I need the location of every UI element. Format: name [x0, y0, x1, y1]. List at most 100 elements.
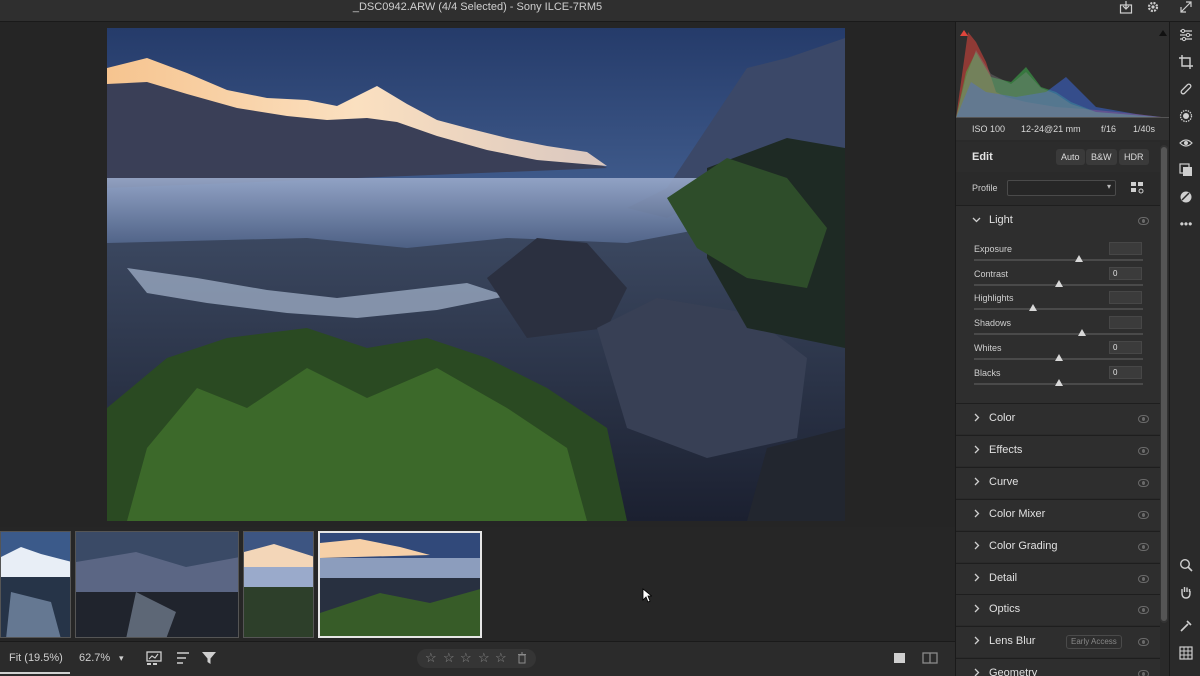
visibility-eye-icon[interactable] — [1138, 670, 1149, 676]
healing-icon[interactable] — [1177, 82, 1195, 100]
slider-handle[interactable] — [1054, 279, 1063, 287]
histogram — [956, 22, 1170, 118]
section-header[interactable]: Geometry — [956, 659, 1160, 676]
visibility-eye-icon[interactable] — [1138, 606, 1149, 615]
star-icon[interactable]: ☆ — [443, 650, 455, 666]
remove-icon[interactable] — [1177, 190, 1195, 208]
visibility-eye-icon[interactable] — [1138, 415, 1149, 423]
visibility-eye-icon[interactable] — [1138, 638, 1149, 647]
profile-dropdown[interactable]: ▾ — [1007, 180, 1116, 196]
bw-button[interactable]: B&W — [1086, 149, 1117, 165]
filmstrip-thumbnail-selected[interactable] — [318, 531, 482, 638]
star-icon[interactable]: ☆ — [478, 650, 490, 666]
slider-handle[interactable] — [1029, 304, 1038, 312]
visibility-eye-icon[interactable] — [1138, 217, 1149, 225]
section-header[interactable]: Effects — [956, 436, 1160, 466]
section-header[interactable]: Color Grading — [956, 532, 1160, 562]
main-photo[interactable] — [107, 28, 845, 521]
slider-value-input[interactable] — [1109, 291, 1142, 305]
star-rating: ☆ ☆ ☆ ☆ ☆ — [417, 649, 536, 668]
red-eye-icon[interactable] — [1177, 136, 1195, 154]
section-label: Color — [989, 412, 1016, 424]
visibility-eye-icon[interactable] — [1138, 510, 1149, 519]
filmstrip-view-icon[interactable] — [146, 650, 164, 666]
slider-track[interactable] — [974, 308, 1143, 311]
edit-panel: ISO 100 12-24@21 mm f/16 1/40s Edit Auto… — [955, 22, 1170, 676]
panel-scrollbar[interactable] — [1160, 145, 1168, 623]
panel-scrollbar-thumb[interactable] — [1161, 147, 1167, 621]
chevron-right-icon — [972, 668, 981, 676]
star-icon[interactable]: ☆ — [495, 650, 507, 666]
section-label: Color Grading — [989, 539, 1058, 552]
title-bar: _DSC0942.ARW (4/4 Selected) - Sony ILCE-… — [0, 0, 1200, 22]
slider-handle[interactable] — [1074, 255, 1083, 262]
slider-value-input[interactable]: 0 — [1109, 365, 1142, 379]
zoom-icon[interactable] — [1177, 558, 1195, 576]
section-header[interactable]: Detail — [956, 564, 1160, 594]
light-section-header[interactable]: Light — [956, 206, 1160, 236]
zoom-level-button[interactable]: 62.7% — [79, 642, 110, 674]
slider-handle[interactable] — [1054, 353, 1063, 361]
slider-handle[interactable] — [1054, 378, 1063, 386]
filmstrip-thumbnail[interactable] — [0, 531, 71, 638]
filmstrip-thumbnail[interactable] — [243, 531, 314, 638]
trash-icon[interactable] — [517, 652, 527, 668]
auto-button[interactable]: Auto — [1056, 149, 1085, 165]
single-view-icon[interactable] — [892, 650, 910, 666]
slider-handle[interactable] — [1078, 329, 1087, 337]
masking-icon[interactable] — [1177, 109, 1195, 127]
chevron-right-icon — [972, 445, 981, 456]
chevron-down-icon — [972, 215, 981, 226]
slider-row-blacks: Blacks 0 — [956, 365, 1160, 391]
slider-label: Highlights — [974, 293, 1014, 304]
edit-header: Edit Auto B&W HDR — [956, 142, 1160, 172]
light-section-label: Light — [989, 214, 1013, 226]
star-icon[interactable]: ☆ — [425, 650, 437, 666]
highlight-clipping-icon[interactable] — [1158, 24, 1168, 42]
settings-gear-icon[interactable] — [1145, 0, 1161, 16]
filter-icon[interactable] — [201, 650, 219, 666]
slider-track[interactable] — [974, 259, 1143, 261]
slider-row-contrast: Contrast 0 — [956, 266, 1160, 292]
tool-strip: ••• — [1169, 22, 1200, 676]
slider-label: Whites — [974, 342, 1002, 353]
slider-value-input[interactable]: 0 — [1109, 266, 1142, 280]
fit-zoom-button[interactable]: Fit (19.5%) — [0, 642, 70, 674]
visibility-eye-icon[interactable] — [1138, 574, 1149, 583]
slider-value-input[interactable] — [1109, 316, 1142, 330]
edit-sliders-icon[interactable] — [1177, 28, 1195, 46]
more-icon[interactable]: ••• — [1177, 215, 1195, 233]
slider-track[interactable] — [974, 333, 1143, 336]
hand-icon[interactable] — [1177, 585, 1195, 603]
slider-value-input[interactable]: 0 — [1109, 340, 1142, 354]
chevron-down-icon: ▾ — [1106, 182, 1111, 191]
section-header[interactable]: Color Mixer — [956, 500, 1160, 530]
compare-view-icon[interactable] — [922, 650, 940, 666]
visibility-eye-icon[interactable] — [1138, 446, 1149, 455]
star-icon[interactable]: ☆ — [460, 650, 472, 666]
section-color-mixer: Color Mixer — [956, 498, 1160, 530]
slider-value-input[interactable] — [1109, 242, 1142, 255]
visibility-eye-icon[interactable] — [1138, 542, 1149, 551]
chevron-down-icon[interactable]: ▾ — [119, 642, 124, 674]
slider-row-shadows: Shadows — [956, 316, 1160, 341]
sampler-icon[interactable] — [1177, 619, 1195, 637]
section-header[interactable]: Curve — [956, 468, 1160, 498]
profile-browser-icon[interactable] — [1131, 182, 1145, 194]
visibility-eye-icon[interactable] — [1138, 478, 1149, 487]
image-canvas[interactable] — [0, 22, 955, 527]
sort-icon[interactable] — [175, 650, 193, 666]
grid-icon[interactable] — [1177, 646, 1195, 664]
shadow-clipping-icon[interactable] — [959, 24, 969, 42]
filmstrip-thumbnail[interactable] — [75, 531, 239, 638]
export-icon[interactable] — [1118, 0, 1134, 16]
expand-icon[interactable] — [1178, 0, 1194, 16]
exif-iso: ISO 100 — [972, 124, 1006, 134]
section-geometry: Geometry — [956, 658, 1160, 676]
hdr-button[interactable]: HDR — [1119, 149, 1149, 165]
section-header[interactable]: Lens Blur Early Access — [956, 627, 1160, 657]
crop-icon[interactable] — [1177, 55, 1195, 73]
presets-icon[interactable] — [1177, 163, 1195, 181]
section-header[interactable]: Color — [956, 404, 1160, 434]
section-header[interactable]: Optics — [956, 595, 1160, 625]
